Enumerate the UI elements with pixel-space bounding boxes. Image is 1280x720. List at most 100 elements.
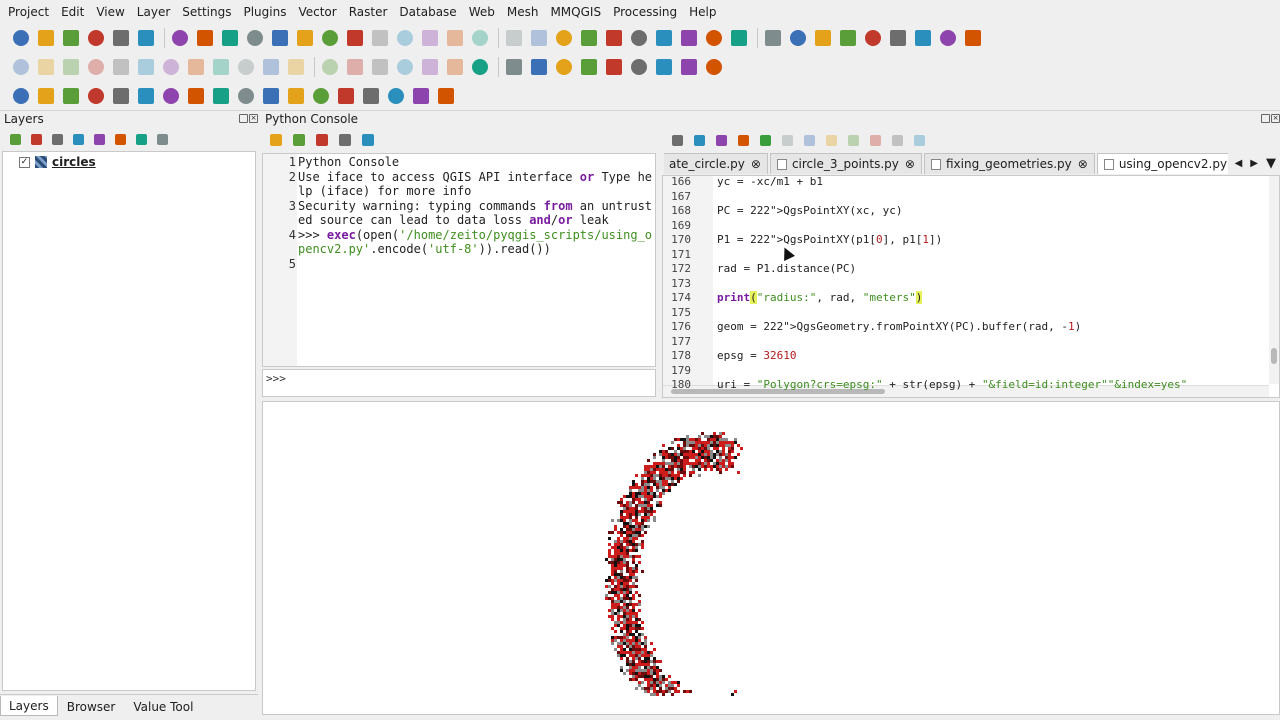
run-action-icon[interactable] <box>528 27 550 49</box>
manage-themes-icon[interactable] <box>48 128 66 150</box>
book-icon[interactable] <box>60 85 82 107</box>
settings-icon[interactable] <box>703 56 725 78</box>
change-label-icon[interactable] <box>469 56 491 78</box>
object-inspector-icon[interactable] <box>910 129 929 151</box>
zoom-native-icon[interactable] <box>344 27 366 49</box>
tab-scroll-right-icon[interactable]: ▶ <box>1250 158 1258 169</box>
close-tab-icon[interactable]: ⊗ <box>751 154 761 174</box>
close-panel-icon[interactable]: × <box>1271 114 1280 123</box>
plugin-icon[interactable] <box>603 56 625 78</box>
map-swipe-icon[interactable] <box>10 85 32 107</box>
refresh-icon[interactable] <box>469 27 491 49</box>
expand-all-icon[interactable] <box>111 128 129 150</box>
open-script-icon[interactable] <box>668 129 687 151</box>
menu-database[interactable]: Database <box>393 0 462 24</box>
menu-view[interactable]: View <box>90 0 130 24</box>
show-editor-icon[interactable] <box>312 129 332 151</box>
open-layer-styling-icon[interactable] <box>6 128 24 150</box>
layer-tree[interactable]: ✓ circles <box>2 151 256 691</box>
filter-legend-icon[interactable] <box>69 128 87 150</box>
fire-icon[interactable] <box>135 85 157 107</box>
open-in-external-editor-icon[interactable] <box>690 129 709 151</box>
rotate-label-icon[interactable] <box>444 56 466 78</box>
close-tab-icon[interactable]: ⊗ <box>905 154 915 174</box>
editor-tab[interactable]: circle_3_points.py ⊗ <box>769 153 922 174</box>
new-project-icon[interactable] <box>10 27 32 49</box>
airplane-icon[interactable] <box>85 85 107 107</box>
processing-icon[interactable] <box>962 27 984 49</box>
copy-icon[interactable] <box>800 129 819 151</box>
menu-plugins[interactable]: Plugins <box>237 0 292 24</box>
zoom-out-icon[interactable] <box>244 27 266 49</box>
tab-list-dropdown-icon[interactable]: ▼ <box>1266 156 1276 171</box>
show-label-icon[interactable] <box>394 56 416 78</box>
move-label-icon[interactable] <box>419 56 441 78</box>
menu-mesh[interactable]: Mesh <box>501 0 545 24</box>
wms-icon[interactable] <box>360 85 382 107</box>
save-as-icon[interactable] <box>85 27 107 49</box>
menu-edit[interactable]: Edit <box>55 0 90 24</box>
statistics-icon[interactable] <box>653 27 675 49</box>
menu-vector[interactable]: Vector <box>292 0 342 24</box>
menu-layer[interactable]: Layer <box>131 0 176 24</box>
open-project-icon[interactable] <box>35 27 57 49</box>
tab-scroll-left-icon[interactable]: ◀ <box>1235 158 1243 169</box>
new-map-view-icon[interactable] <box>419 27 441 49</box>
float-panel-icon[interactable] <box>239 114 248 123</box>
run-script-icon[interactable] <box>756 129 775 151</box>
zoom-to-selection-icon[interactable] <box>294 27 316 49</box>
text-annotation-icon[interactable] <box>728 27 750 49</box>
float-panel-icon[interactable] <box>1261 114 1270 123</box>
editor-tab[interactable]: ate_circle.py ⊗ <box>664 153 768 174</box>
network-icon[interactable] <box>310 85 332 107</box>
cut-icon[interactable] <box>185 56 207 78</box>
comment-icon[interactable] <box>866 129 885 151</box>
pencil-image-icon[interactable] <box>410 85 432 107</box>
web-icon[interactable] <box>937 27 959 49</box>
open-attribute-table-icon[interactable] <box>603 27 625 49</box>
pin-label-icon[interactable] <box>344 56 366 78</box>
layer-visibility-checkbox[interactable]: ✓ <box>19 156 30 168</box>
zoom-in-icon[interactable] <box>219 27 241 49</box>
map-tips-icon[interactable] <box>703 27 725 49</box>
settings-icon[interactable] <box>335 129 355 151</box>
digitize-icon[interactable] <box>85 56 107 78</box>
green-leaf-icon[interactable] <box>435 85 457 107</box>
measure-icon[interactable] <box>678 27 700 49</box>
remove-layer-icon[interactable] <box>153 128 171 150</box>
blue-square-icon[interactable] <box>385 85 407 107</box>
digitize-icon[interactable] <box>762 27 784 49</box>
select-features-icon[interactable] <box>553 27 575 49</box>
deselect-icon[interactable] <box>578 27 600 49</box>
undo-icon[interactable] <box>260 56 282 78</box>
coordinate-capture-icon[interactable] <box>812 27 834 49</box>
identify-icon[interactable] <box>503 27 525 49</box>
menu-project[interactable]: Project <box>2 0 55 24</box>
node-tool-icon[interactable] <box>862 27 884 49</box>
menu-settings[interactable]: Settings <box>176 0 237 24</box>
add-group-icon[interactable] <box>27 128 45 150</box>
grid-icon[interactable] <box>260 85 282 107</box>
cut-icon[interactable] <box>778 129 797 151</box>
rotate-icon[interactable] <box>553 56 575 78</box>
paste-icon[interactable] <box>235 56 257 78</box>
layer-row-circles[interactable]: ✓ circles <box>3 153 255 171</box>
data-plotly-icon[interactable] <box>35 85 57 107</box>
close-panel-icon[interactable]: × <box>249 114 258 123</box>
redo-icon[interactable] <box>285 56 307 78</box>
style-manager-icon[interactable] <box>135 27 157 49</box>
run-command-icon[interactable] <box>289 129 309 151</box>
help-icon[interactable] <box>358 129 378 151</box>
zoom-next-icon[interactable] <box>394 27 416 49</box>
help-icon[interactable] <box>678 56 700 78</box>
menu-mmqgis[interactable]: MMQGIS <box>544 0 607 24</box>
filter-expression-icon[interactable] <box>90 128 108 150</box>
code-editor[interactable]: 166 yc = -xc/m1 + b1 167 168 PC = 222">QgsPo… <box>662 175 1280 398</box>
pan-to-selection-icon[interactable] <box>194 27 216 49</box>
temporal-controller-icon[interactable] <box>444 27 466 49</box>
add-feature-icon[interactable] <box>110 56 132 78</box>
console-input[interactable]: >>> <box>262 369 656 397</box>
tab-value-tool[interactable]: Value Tool <box>124 696 202 716</box>
current-edits-icon[interactable] <box>10 56 32 78</box>
toggle-editing-icon[interactable] <box>35 56 57 78</box>
